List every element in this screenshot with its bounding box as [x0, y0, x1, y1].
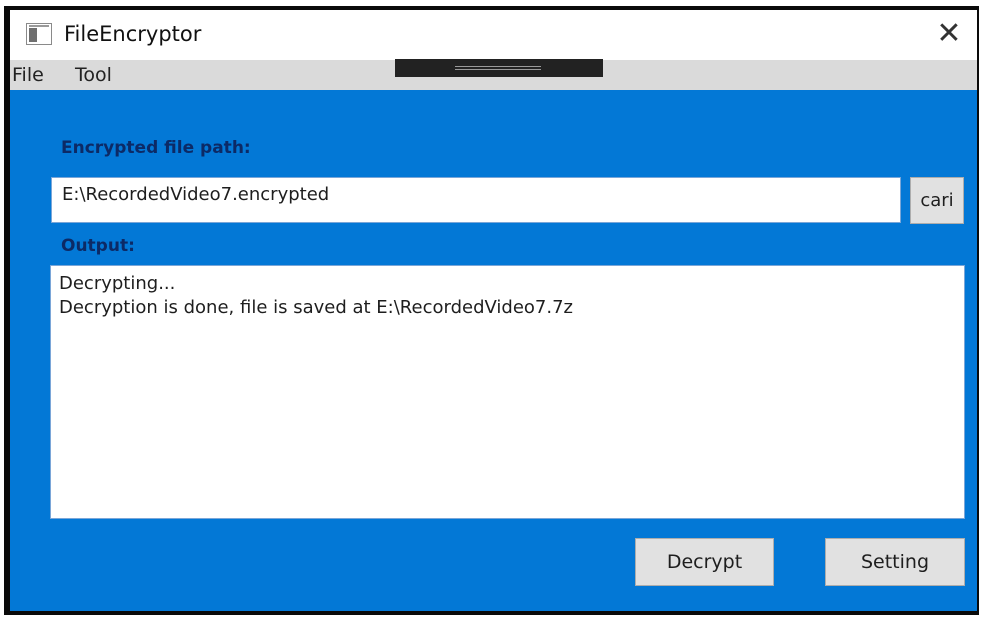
title-bar[interactable]: FileEncryptor ✕: [10, 10, 977, 60]
output-label: Output:: [61, 236, 135, 256]
setting-button[interactable]: Setting: [825, 538, 965, 586]
menu-tool[interactable]: Tool: [75, 64, 112, 86]
close-button[interactable]: ✕: [929, 16, 969, 54]
window-title: FileEncryptor: [64, 22, 202, 46]
drag-handle-bar[interactable]: [395, 59, 603, 77]
output-line: Decrypting...: [59, 273, 176, 294]
decrypt-button[interactable]: Decrypt: [635, 538, 774, 586]
menu-bar: File Tool: [10, 59, 977, 90]
encrypted-file-path-input[interactable]: E:\RecordedVideo7.encrypted: [51, 177, 901, 223]
menu-file[interactable]: File: [12, 64, 44, 86]
main-panel: Encrypted file path: E:\RecordedVideo7.e…: [10, 90, 977, 611]
app-window-icon: [26, 23, 52, 45]
browse-button[interactable]: cari: [910, 177, 964, 224]
encrypted-file-path-label: Encrypted file path:: [61, 138, 251, 158]
output-textbox[interactable]: Decrypting... Decryption is done, file i…: [50, 265, 965, 519]
output-line: Decryption is done, file is saved at E:\…: [59, 297, 574, 318]
